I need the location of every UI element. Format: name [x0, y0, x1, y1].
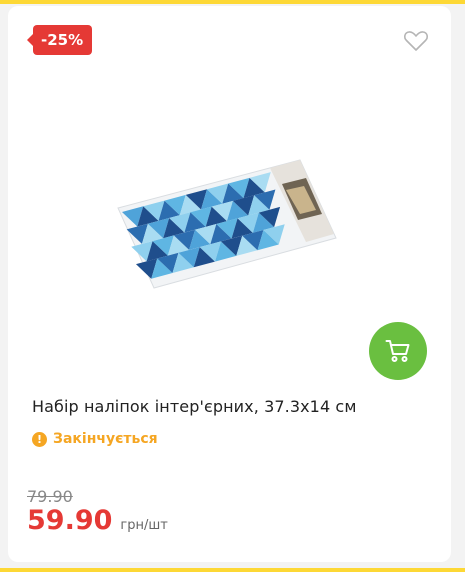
shopping-cart-icon [385, 340, 410, 362]
exclamation-circle-icon: ! [32, 431, 47, 447]
bottom-accent-bar [0, 568, 465, 572]
add-to-cart-button[interactable] [369, 322, 427, 380]
stock-status: ! Закінчується [32, 430, 158, 448]
discount-badge: -25% [26, 25, 93, 55]
top-accent-bar [0, 0, 465, 4]
current-price: 59.90 [27, 505, 113, 536]
price-row: 59.90 грн/шт [27, 505, 168, 536]
heart-outline-icon [403, 31, 429, 51]
product-title[interactable]: Набір наліпок інтер'єрних, 37.3x14 см [32, 397, 432, 416]
product-image[interactable] [110, 150, 340, 295]
favorite-button[interactable] [403, 29, 429, 53]
old-price: 79.90 [27, 487, 73, 506]
stock-status-label: Закінчується [53, 431, 158, 447]
price-unit: грн/шт [120, 518, 168, 533]
